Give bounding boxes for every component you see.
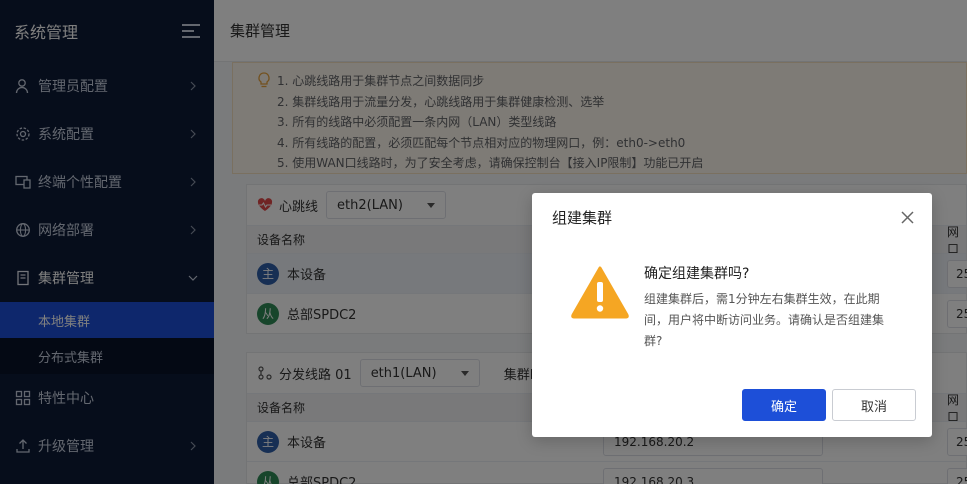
dialog-message: 组建集群后，需1分钟左右集群生效，在此期间，用户将中断访问业务。请确认是否组建集… <box>644 292 885 348</box>
warning-icon <box>571 266 629 319</box>
cancel-button[interactable]: 取消 <box>832 389 916 421</box>
build-cluster-dialog: 组建集群 确定组建集群吗? 组建集群后，需1分钟左右集群生效，在此期间，用户将中… <box>532 193 932 437</box>
confirm-button[interactable]: 确定 <box>742 389 826 421</box>
close-icon[interactable] <box>901 211 914 224</box>
dialog-question: 确定组建集群吗? <box>644 266 750 282</box>
dialog-title: 组建集群 <box>552 209 613 227</box>
